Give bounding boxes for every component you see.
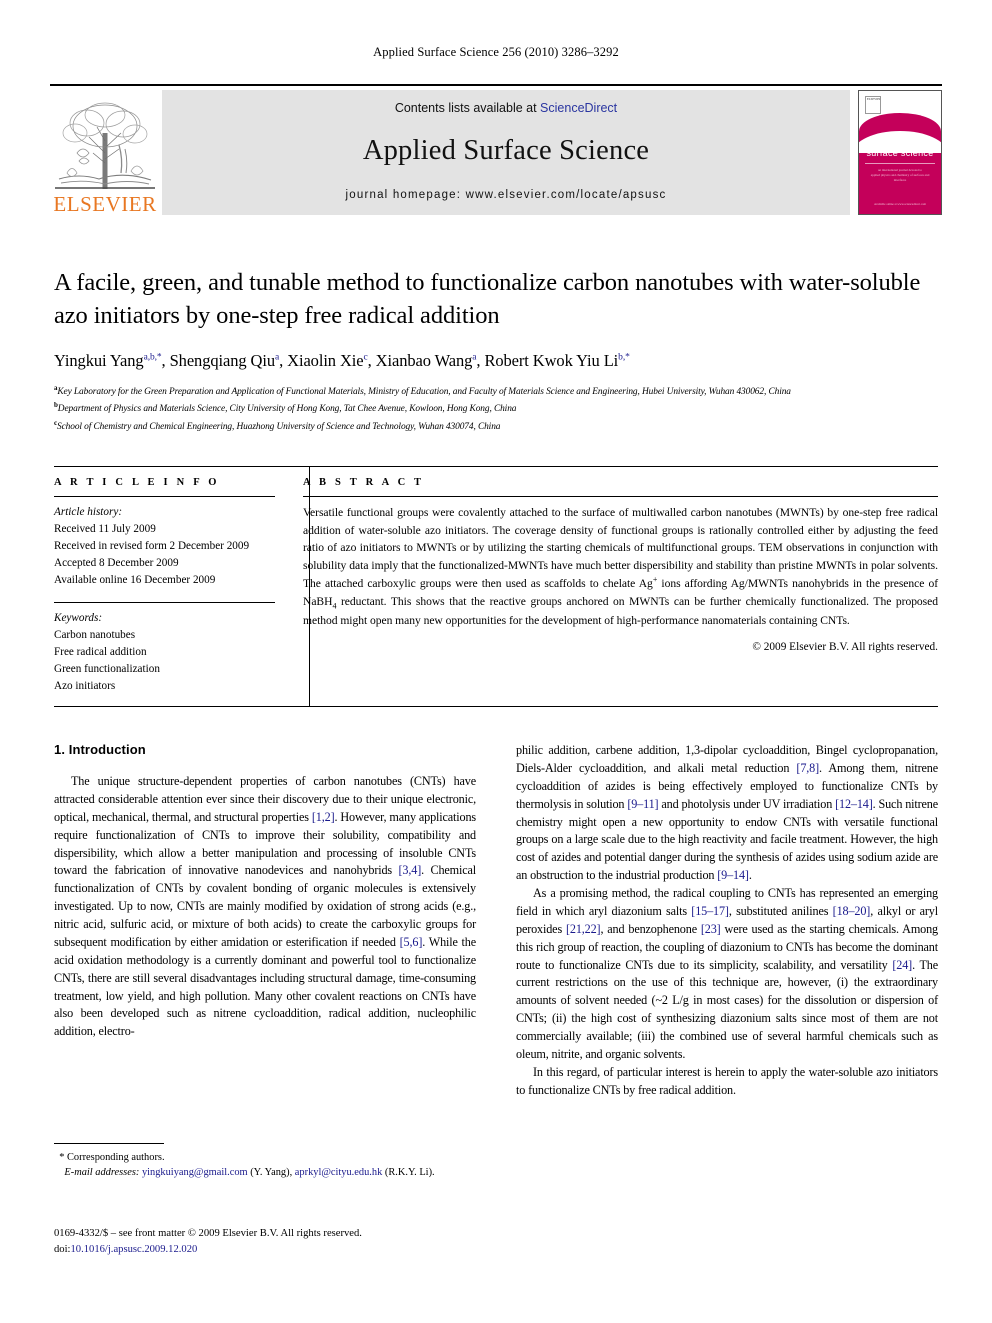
author-list: Yingkui Yanga,b,*, Shengqiang Qiua, Xiao… [54, 350, 630, 370]
abstract-heading: A B S T R A C T [303, 477, 425, 488]
body-paragraph: philic addition, carbene addition, 1,3-d… [516, 743, 938, 883]
journal-banner: Contents lists available at ScienceDirec… [162, 90, 850, 215]
info-abstract-vertical-divider [309, 466, 310, 706]
footnote-rule [54, 1143, 164, 1144]
elsevier-logo: ELSEVIER [50, 90, 160, 215]
affiliation-b: bDepartment of Physics and Materials Sci… [54, 400, 938, 417]
cover-elsevier-logo-icon: ELSEVIER [865, 96, 881, 114]
email-link-1[interactable]: yingkuiyang@gmail.com [142, 1167, 248, 1178]
contents-prefix: Contents lists available at [394, 101, 541, 115]
keyword-item: Carbon nanotubes [54, 628, 136, 641]
article-info-rule [54, 496, 275, 497]
affiliation-c: cSchool of Chemistry and Chemical Engine… [54, 418, 938, 435]
article-history-item: Received in revised form 2 December 2009 [54, 539, 250, 552]
email-owner-2: (R.K.Y. Li). [384, 1167, 435, 1179]
cover-footer: Available online at www.sciencedirect.co… [874, 201, 926, 206]
abstract-body: Versatile functional groups were covalen… [303, 504, 938, 630]
body-paragraph: The unique structure-dependent propertie… [54, 774, 477, 1039]
doi-label: doi: [54, 1244, 71, 1256]
affiliation-list: aKey Laboratory for the Green Preparatio… [54, 383, 938, 435]
body-paragraph: In this regard, of particular interest i… [516, 1064, 938, 1097]
body-paragraph: As a promising method, the radical coupl… [516, 886, 938, 1061]
keyword-item: Azo initiators [54, 679, 116, 692]
article-info-column: A R T I C L E I N F O Article history: R… [54, 477, 299, 695]
cover-subtitle-line-2: applied physics and chemistry of surface… [870, 172, 930, 182]
sciencedirect-link[interactable]: ScienceDirect [540, 101, 617, 115]
doi-line: doi:10.1016/j.apsusc.2009.12.020 [54, 1242, 514, 1258]
corresponding-author-text: Corresponding authors. [67, 1152, 165, 1163]
info-abstract-bottom-rule [54, 706, 938, 707]
doi-value[interactable]: 10.1016/j.apsusc.2009.12.020 [70, 1244, 197, 1255]
affiliation-text-c: School of Chemistry and Chemical Enginee… [57, 421, 501, 432]
abstract-rule [303, 496, 938, 497]
affiliation-a: aKey Laboratory for the Green Preparatio… [54, 383, 938, 400]
article-info-heading: A R T I C L E I N F O [54, 477, 220, 488]
section-title-introduction: 1. Introduction [54, 742, 146, 757]
keyword-item: Free radical addition [54, 645, 147, 658]
journal-masthead: ELSEVIER Contents lists available at Sci… [50, 84, 942, 215]
asterisk-icon: * [54, 1152, 67, 1163]
title-block: A facile, green, and tunable method to f… [54, 266, 938, 435]
cover-subtitle: an international journal devoted to appl… [869, 168, 931, 182]
paper-page: Applied Surface Science 256 (2010) 3286–… [0, 0, 992, 1323]
article-history-item: Accepted 8 December 2009 [54, 556, 179, 569]
email-link-2[interactable]: aprkyl@cityu.edu.hk [295, 1167, 382, 1178]
journal-title: Applied Surface Science [362, 135, 650, 166]
body-column-right: philic addition, carbene addition, 1,3-d… [516, 742, 938, 1100]
affiliation-text-a: Key Laboratory for the Green Preparation… [57, 387, 791, 398]
cover-title-line-1: applied [884, 137, 916, 147]
cover-divider [865, 163, 935, 164]
info-abstract-band: A R T I C L E I N F O Article history: R… [54, 466, 938, 695]
body-column-left: 1. Introduction The unique structure-dep… [54, 742, 476, 1100]
email-owner-1: (Y. Yang), [250, 1167, 293, 1179]
issn-copyright-block: 0169-4332/$ – see front matter © 2009 El… [54, 1226, 514, 1259]
email-addresses-note: E-mail addresses: yingkuiyang@gmail.com … [54, 1165, 476, 1180]
email-label: E-mail addresses: [64, 1167, 140, 1179]
running-head: Applied Surface Science 256 (2010) 3286–… [373, 45, 619, 59]
keyword-item: Green functionalization [54, 662, 160, 675]
footnote-block: * Corresponding authors. E-mail addresse… [54, 1143, 476, 1180]
journal-homepage[interactable]: journal homepage: www.elsevier.com/locat… [346, 189, 667, 201]
affiliation-text-b: Department of Physics and Materials Scie… [57, 404, 517, 415]
elsevier-tree-icon [55, 102, 155, 189]
article-history-item: Received 11 July 2009 [54, 522, 156, 535]
elsevier-wordmark: ELSEVIER [53, 192, 157, 216]
article-history-item: Available online 16 December 2009 [54, 573, 216, 586]
contents-available-line: Contents lists available at ScienceDirec… [395, 101, 617, 115]
cover-title: applied surface science [859, 137, 941, 160]
abstract-copyright: © 2009 Elsevier B.V. All rights reserved… [752, 640, 938, 653]
abstract-column: A B S T R A C T Versatile functional gro… [299, 477, 938, 695]
body-columns: 1. Introduction The unique structure-dep… [54, 742, 938, 1100]
abstract-part-3: reductant. This shows that the reactive … [303, 594, 938, 628]
keywords-rule [54, 601, 275, 603]
issn-line: 0169-4332/$ – see front matter © 2009 El… [54, 1228, 362, 1239]
cover-title-line-2: surface science [866, 148, 934, 159]
corresponding-author-note: * Corresponding authors. [54, 1150, 476, 1165]
paper-title: A facile, green, and tunable method to f… [54, 269, 921, 330]
article-history-label: Article history: [54, 506, 123, 518]
keywords-label: Keywords: [54, 611, 103, 624]
journal-cover-thumbnail: ELSEVIER applied surface science an inte… [858, 90, 942, 215]
